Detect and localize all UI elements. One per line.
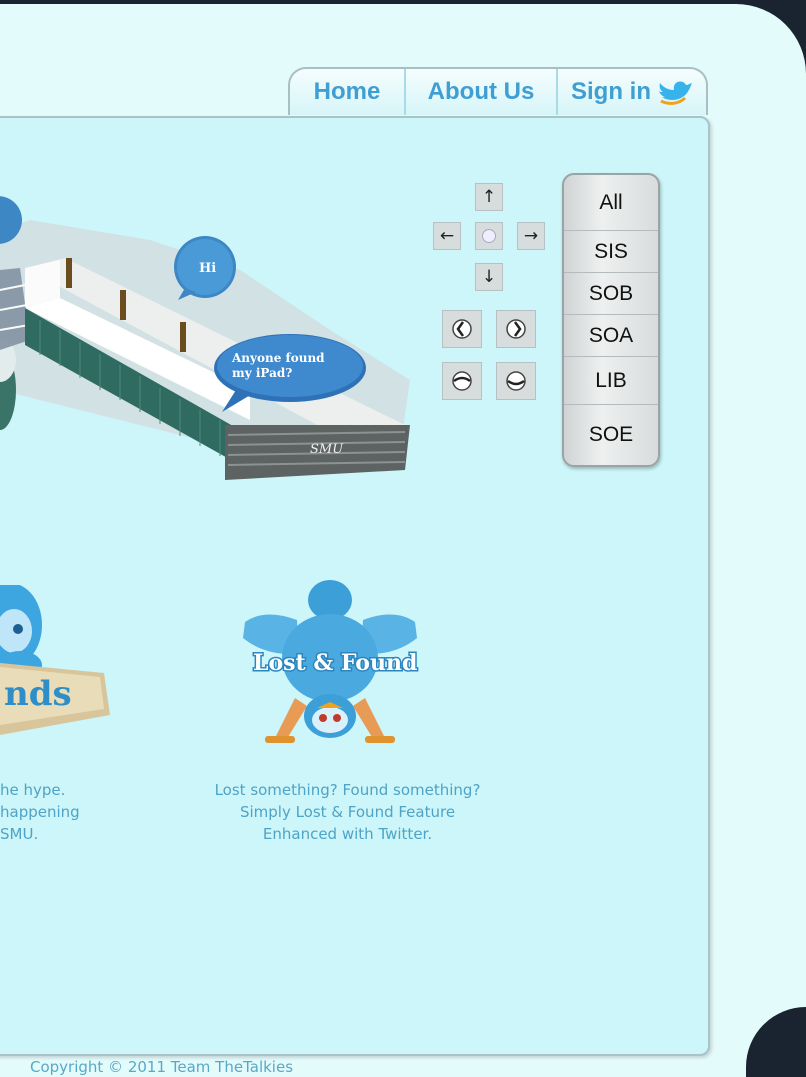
pan-up-button[interactable]: ↑: [475, 183, 503, 211]
lost-found-feature-image[interactable]: Lost & Found: [235, 578, 425, 753]
tilt-down-icon: [506, 371, 526, 391]
nav-signin-label: Sign in: [571, 78, 651, 105]
friends-desc-line: he hype.: [0, 781, 66, 799]
arrow-down-icon: ↓: [481, 267, 497, 287]
nav-signin-link[interactable]: Sign in: [558, 69, 706, 115]
filter-item-sob[interactable]: SOB: [564, 273, 658, 315]
nav-about-link[interactable]: About Us: [406, 69, 558, 115]
lost-found-desc-line: Enhanced with Twitter.: [262, 825, 433, 843]
bubble-ipad-line1: Anyone found: [231, 351, 325, 365]
filter-label: SOA: [588, 323, 634, 347]
filter-label: SIS: [594, 239, 628, 263]
campus-map[interactable]: SMU Hi Anyone found my iPad?: [0, 180, 420, 500]
friends-feature-description: he hype. happening SMU.: [0, 779, 110, 845]
rotate-left-button[interactable]: [442, 310, 482, 348]
copyright-text: Copyright © 2011 Team TheTalkies: [30, 1058, 294, 1076]
filter-label: LIB: [595, 368, 627, 392]
tilt-up-icon: [452, 371, 472, 391]
filter-label: SOE: [588, 423, 634, 446]
filter-label: SOB: [588, 281, 634, 305]
nav-home-link[interactable]: Home: [290, 69, 406, 115]
rotate-ccw-icon: [452, 319, 472, 339]
filter-item-all[interactable]: All: [564, 175, 658, 231]
filter-label: All: [599, 190, 623, 214]
tilt-up-button[interactable]: [442, 362, 482, 400]
center-circle-icon: [482, 229, 496, 243]
arrow-up-icon: ↑: [481, 187, 497, 207]
lost-found-desc-line: Simply Lost & Found Feature: [239, 803, 456, 821]
building-label: SMU: [310, 442, 344, 457]
tilt-down-button[interactable]: [496, 362, 536, 400]
bubble-ipad-line2: my iPad?: [232, 366, 292, 380]
filter-item-soa[interactable]: SOA: [564, 315, 658, 357]
friends-badge-text: nds: [4, 674, 72, 714]
pan-center-button[interactable]: [475, 222, 503, 250]
top-nav: Home About Us Sign in: [288, 67, 708, 115]
friends-desc-line: SMU.: [0, 825, 39, 843]
lost-found-desc-line: Lost something? Found something?: [214, 781, 481, 799]
rotate-cw-icon: [506, 319, 526, 339]
arrow-left-icon: ←: [439, 226, 455, 246]
arrow-right-icon: →: [523, 226, 539, 246]
filter-item-lib[interactable]: LIB: [564, 357, 658, 405]
pan-down-button[interactable]: ↓: [475, 263, 503, 291]
pan-right-button[interactable]: →: [517, 222, 545, 250]
nav-about-label: About Us: [427, 78, 535, 105]
filter-item-sis[interactable]: SIS: [564, 231, 658, 273]
school-filter: All SIS SOB SOA LIB SOE: [562, 173, 660, 467]
friends-feature-image[interactable]: nds: [0, 585, 120, 745]
lost-found-description: Lost something? Found something? Simply …: [170, 779, 525, 845]
bubble-hi-text: Hi: [199, 261, 216, 276]
twitter-bird-icon: [659, 81, 692, 105]
nav-home-label: Home: [313, 78, 381, 105]
rotate-right-button[interactable]: [496, 310, 536, 348]
filter-item-soe[interactable]: SOE: [564, 405, 658, 465]
friends-desc-line: happening: [0, 803, 80, 821]
lost-found-title: Lost & Found: [253, 650, 417, 676]
pan-left-button[interactable]: ←: [433, 222, 461, 250]
